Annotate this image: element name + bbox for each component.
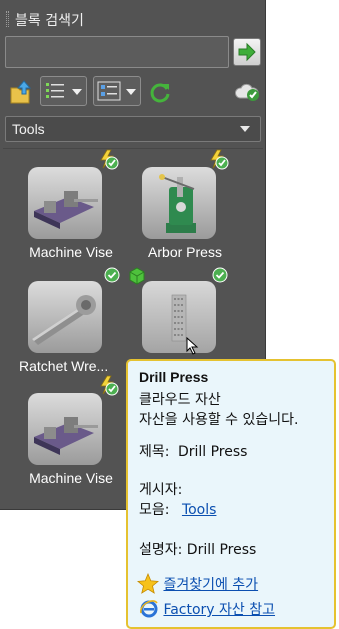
search-input[interactable] — [5, 36, 229, 68]
list-view-dropdown[interactable] — [40, 76, 87, 106]
lightning-check-badge-icon — [98, 149, 120, 174]
cloud-check-icon — [234, 83, 259, 101]
folder-up-icon — [10, 80, 32, 104]
search-go-button[interactable] — [233, 38, 261, 66]
asset-tile-machine-vise[interactable]: Machine Vise — [14, 149, 126, 261]
tooltip-collection-label: 모음: — [139, 502, 170, 518]
tooltip-favorite-row[interactable]: 즐겨찾기에 추가 — [136, 572, 258, 595]
details-view-dropdown[interactable] — [93, 76, 141, 106]
lightning-check-badge-icon — [208, 149, 230, 174]
factory-asset-reference-link[interactable]: Factory 자산 참고 — [163, 602, 275, 618]
tooltip-title-row: 제목: Drill Press — [139, 441, 247, 461]
chevron-down-icon — [240, 126, 250, 132]
asset-tile-label: Ratchet Wre... — [19, 358, 109, 374]
toolbar — [0, 74, 266, 110]
mouse-cursor-icon — [186, 336, 200, 358]
check-badge-icon — [104, 267, 120, 286]
details-view-icon — [97, 81, 121, 101]
asset-tile-arbor-press[interactable]: Arbor Press — [128, 149, 240, 261]
category-select-value: Tools — [12, 121, 45, 137]
tooltip-title-label: 제목: — [139, 444, 170, 460]
asset-tile-machine-vise-2[interactable]: Machine Vise — [14, 375, 126, 487]
machine-vise-thumbnail — [28, 393, 102, 465]
panel-title-bar: 블록 검색기 — [0, 8, 266, 32]
asset-tile-ratchet-wrench[interactable]: Ratchet Wre... — [14, 263, 126, 375]
up-folder-button[interactable] — [9, 80, 33, 106]
tooltip-factory-row[interactable]: Factory 자산 참고 — [139, 599, 275, 619]
ratchet-wrench-thumbnail — [28, 281, 102, 353]
category-select[interactable]: Tools — [5, 116, 261, 142]
internet-explorer-icon — [140, 600, 158, 618]
chevron-down-icon — [126, 89, 136, 95]
asset-tile-label: Machine Vise — [29, 470, 113, 486]
panel-grip[interactable] — [6, 11, 9, 27]
arbor-press-thumbnail — [142, 167, 216, 239]
tooltip-title: Drill Press — [139, 369, 209, 385]
refresh-icon — [150, 83, 170, 103]
cloud-status-button[interactable] — [234, 82, 260, 102]
add-to-favorites-link[interactable]: 즐겨찾기에 추가 — [163, 577, 258, 593]
tooltip-availability: 자산을 사용할 수 있습니다. — [139, 412, 299, 428]
star-icon — [136, 572, 160, 594]
refresh-button[interactable] — [148, 80, 172, 104]
panel-title: 블록 검색기 — [15, 13, 84, 29]
drill-press-thumbnail — [142, 281, 216, 353]
lightning-check-badge-icon — [98, 375, 120, 400]
machine-vise-thumbnail — [28, 167, 102, 239]
asset-tile-label: Machine Vise — [29, 244, 113, 260]
asset-tooltip: Drill Press 클라우드 자산 자산을 사용할 수 있습니다. 제목: … — [126, 359, 336, 629]
tooltip-publisher-label: 게시자: — [139, 482, 183, 498]
list-view-icon — [46, 83, 64, 98]
check-badge-icon — [212, 267, 228, 286]
chevron-down-icon — [72, 89, 82, 95]
tooltip-title-value: Drill Press — [177, 444, 248, 460]
tooltip-author: 설명자: Drill Press — [139, 542, 257, 558]
tooltip-cloud-asset: 클라우드 자산 — [139, 392, 221, 408]
arrow-right-icon — [238, 42, 256, 62]
tooltip-collection-row: 모음: Tools — [139, 499, 216, 519]
tooltip-collection-link[interactable]: Tools — [182, 502, 217, 518]
asset-tile-label: Arbor Press — [148, 244, 222, 260]
